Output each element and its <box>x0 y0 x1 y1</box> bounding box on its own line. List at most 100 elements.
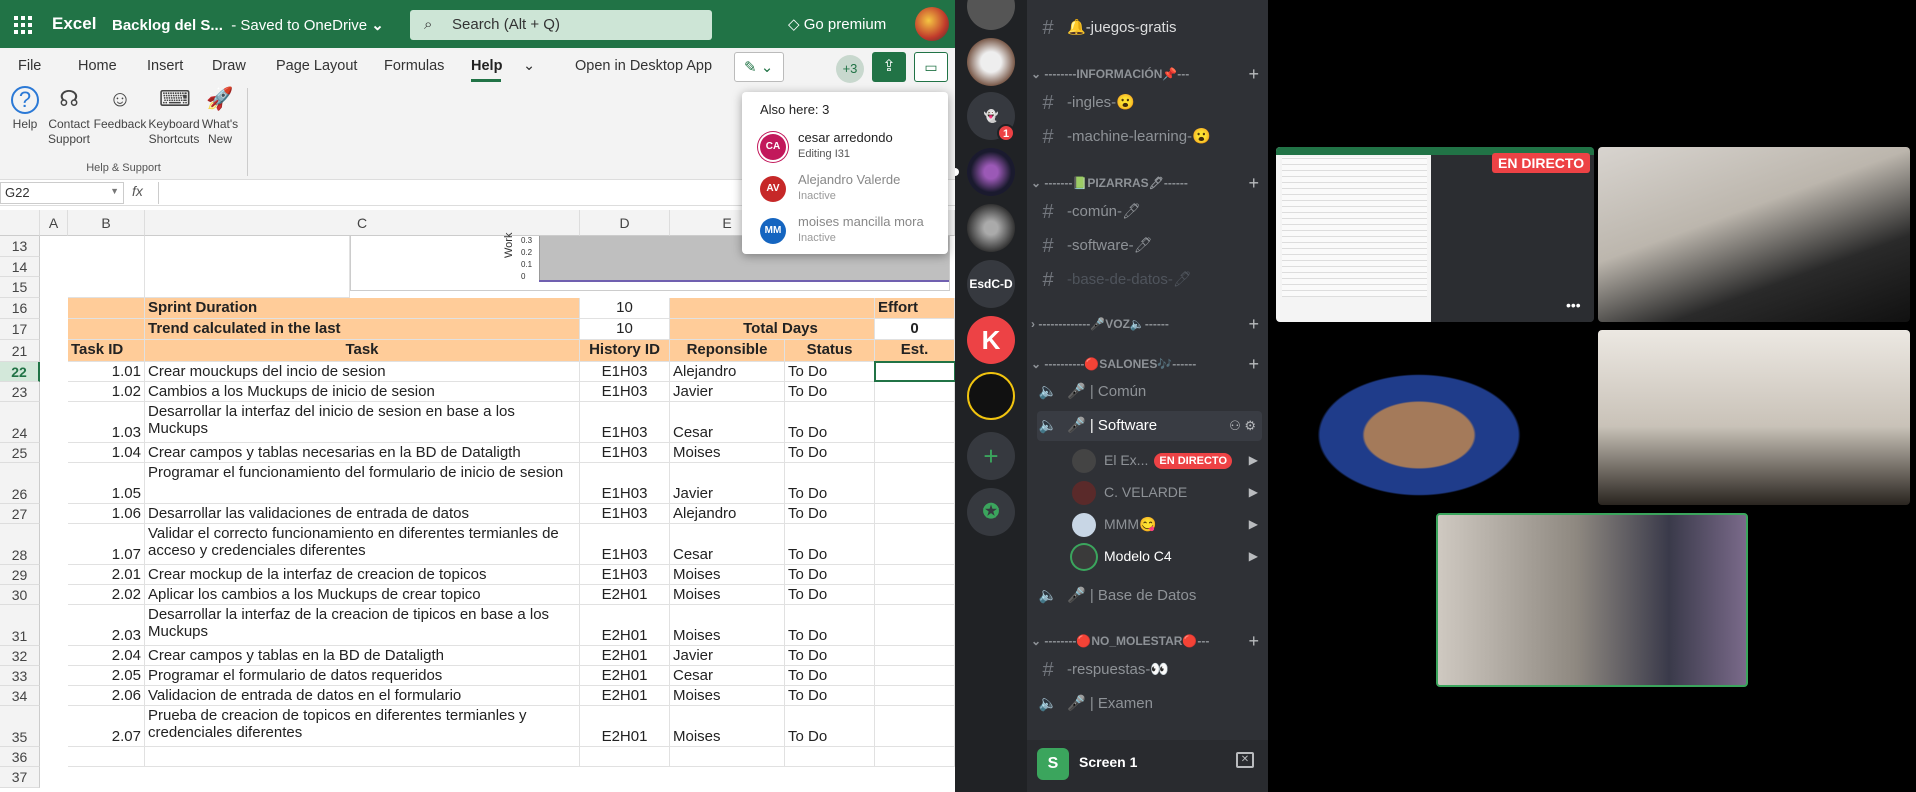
task-id-cell[interactable]: 1.06 <box>68 504 145 524</box>
add-channel-icon[interactable]: + <box>1248 65 1259 83</box>
status-cell[interactable]: To Do <box>785 362 875 382</box>
cell[interactable] <box>145 747 580 767</box>
cell[interactable] <box>785 747 875 767</box>
est-cell[interactable] <box>875 686 955 706</box>
est-cell[interactable] <box>875 443 955 463</box>
category-no-molestar[interactable]: ⌄ --------🔴NO_MOLESTAR🔴--- + <box>1031 632 1263 650</box>
keyboard-shortcuts-button[interactable]: ⌨ Keyboard Shortcuts <box>146 84 202 147</box>
video-tile-active-speaker[interactable] <box>1436 513 1748 687</box>
voice-user[interactable]: MMM😋 ▶ <box>1072 509 1262 539</box>
cell[interactable] <box>68 236 145 298</box>
status-cell[interactable]: To Do <box>785 443 875 463</box>
coauthors-button[interactable]: +3 <box>836 55 864 83</box>
row-header[interactable]: 21 <box>0 340 40 362</box>
total-days-label[interactable]: Total Days <box>670 319 875 340</box>
history-id-cell[interactable]: E1H03 <box>580 504 670 524</box>
comments-button[interactable]: ▭ <box>914 52 948 82</box>
voice-user[interactable]: C. VELARDE ▶ <box>1072 477 1262 507</box>
voice-user[interactable]: El Ex... EN DIRECTO ▶ <box>1072 445 1262 475</box>
history-id-cell[interactable]: E2H01 <box>580 605 670 646</box>
category-informacion[interactable]: ⌄ --------INFORMACIÓN📌--- + <box>1031 65 1263 83</box>
est-cell[interactable] <box>875 646 955 666</box>
row-header[interactable]: 24 <box>0 402 40 443</box>
task-cell[interactable]: Aplicar los cambios a los Muckups de cre… <box>145 585 580 605</box>
row-header[interactable]: 16 <box>0 298 40 319</box>
responsible-cell[interactable]: Javier <box>670 463 785 504</box>
est-cell[interactable] <box>875 524 955 565</box>
est-cell[interactable] <box>875 585 955 605</box>
header-status[interactable]: Status <box>785 340 875 362</box>
server-icon[interactable] <box>967 38 1015 86</box>
task-id-cell[interactable]: 2.01 <box>68 565 145 585</box>
row-header[interactable]: 15 <box>0 277 40 298</box>
responsible-cell[interactable]: Moises <box>670 706 785 747</box>
history-id-cell[interactable]: E1H03 <box>580 463 670 504</box>
row-header[interactable]: 27 <box>0 504 40 524</box>
responsible-cell[interactable]: Javier <box>670 382 785 402</box>
responsible-cell[interactable]: Cesar <box>670 402 785 443</box>
trend-label[interactable]: Trend calculated in the last <box>145 319 580 340</box>
row-header[interactable]: 29 <box>0 565 40 585</box>
task-id-cell[interactable]: 1.05 <box>68 463 145 504</box>
server-k[interactable]: K <box>967 316 1015 364</box>
task-cell[interactable]: Desarrollar la interfaz del inicio de se… <box>145 402 580 443</box>
ribbon-collapse-chevron-icon[interactable]: ⌄ <box>523 58 535 74</box>
est-cell[interactable] <box>875 402 955 443</box>
category-voz[interactable]: › -------------🎤VOZ🔈------ + <box>1031 315 1263 333</box>
server-icon[interactable] <box>967 204 1015 252</box>
task-id-cell[interactable]: 2.05 <box>68 666 145 686</box>
responsible-cell[interactable]: Cesar <box>670 666 785 686</box>
cell[interactable] <box>670 298 875 319</box>
row-header[interactable]: 26 <box>0 463 40 504</box>
header-task-id[interactable]: Task ID <box>68 340 145 362</box>
task-cell[interactable]: Programar el funcionamiento del formular… <box>145 463 580 504</box>
task-cell[interactable]: Desarrollar las validaciones de entrada … <box>145 504 580 524</box>
effort-label[interactable]: Effort <box>875 298 955 319</box>
row-header[interactable]: 17 <box>0 319 40 340</box>
status-cell[interactable]: To Do <box>785 565 875 585</box>
history-id-cell[interactable]: E2H01 <box>580 646 670 666</box>
task-id-cell[interactable]: 1.03 <box>68 402 145 443</box>
name-box[interactable]: G22 ▼ <box>0 182 124 204</box>
row-header[interactable]: 33 <box>0 666 40 686</box>
select-all-corner[interactable] <box>0 210 40 236</box>
menu-insert[interactable]: Insert <box>147 58 183 74</box>
search-input[interactable]: ⌕ Search (Alt + Q) <box>410 10 712 40</box>
coauthor-item[interactable]: CA cesar arredondo Editing I31 <box>760 130 948 166</box>
task-id-cell[interactable]: 1.02 <box>68 382 145 402</box>
effort-value[interactable]: 0 <box>875 319 955 340</box>
est-cell[interactable] <box>875 706 955 747</box>
coauthor-item[interactable]: MM moises mancilla mora Inactive <box>760 214 948 250</box>
help-button[interactable]: ? Help <box>8 84 42 132</box>
task-cell[interactable]: Validacion de entrada de datos en el for… <box>145 686 580 706</box>
menu-help[interactable]: Help <box>471 58 502 74</box>
status-cell[interactable]: To Do <box>785 706 875 747</box>
row-header[interactable]: 32 <box>0 646 40 666</box>
status-cell[interactable]: To Do <box>785 524 875 565</box>
row-header[interactable]: 34 <box>0 686 40 706</box>
history-id-cell[interactable]: E2H01 <box>580 585 670 605</box>
column-header-b[interactable]: B <box>68 210 145 236</box>
status-cell[interactable]: To Do <box>785 504 875 524</box>
history-id-cell[interactable]: E2H01 <box>580 666 670 686</box>
row-header[interactable]: 22 <box>0 362 40 382</box>
row-header[interactable]: 14 <box>0 257 40 277</box>
status-cell[interactable]: To Do <box>785 686 875 706</box>
add-channel-icon[interactable]: + <box>1248 315 1259 333</box>
history-id-cell[interactable]: E1H03 <box>580 402 670 443</box>
row-header[interactable]: 37 <box>0 767 40 788</box>
channel-comun[interactable]: # -común-🖊 <box>1037 197 1262 227</box>
menu-page-layout[interactable]: Page Layout <box>276 58 357 74</box>
video-tile[interactable] <box>1598 330 1910 505</box>
history-id-cell[interactable]: E1H03 <box>580 443 670 463</box>
explore-compass-icon[interactable]: ✪ <box>967 488 1015 536</box>
contact-support-button[interactable]: ☊ Contact Support <box>44 84 94 147</box>
task-cell[interactable]: Desarrollar la interfaz de la creacion d… <box>145 605 580 646</box>
responsible-cell[interactable]: Moises <box>670 565 785 585</box>
server-icon[interactable] <box>967 0 1015 30</box>
voice-channel-comun[interactable]: 🔈 🎤 | Común <box>1037 377 1262 407</box>
est-cell[interactable] <box>875 605 955 646</box>
voice-channel-base-de-datos[interactable]: 🔈 🎤 | Base de Datos <box>1037 581 1262 611</box>
est-cell[interactable] <box>875 565 955 585</box>
row-header[interactable]: 13 <box>0 236 40 257</box>
